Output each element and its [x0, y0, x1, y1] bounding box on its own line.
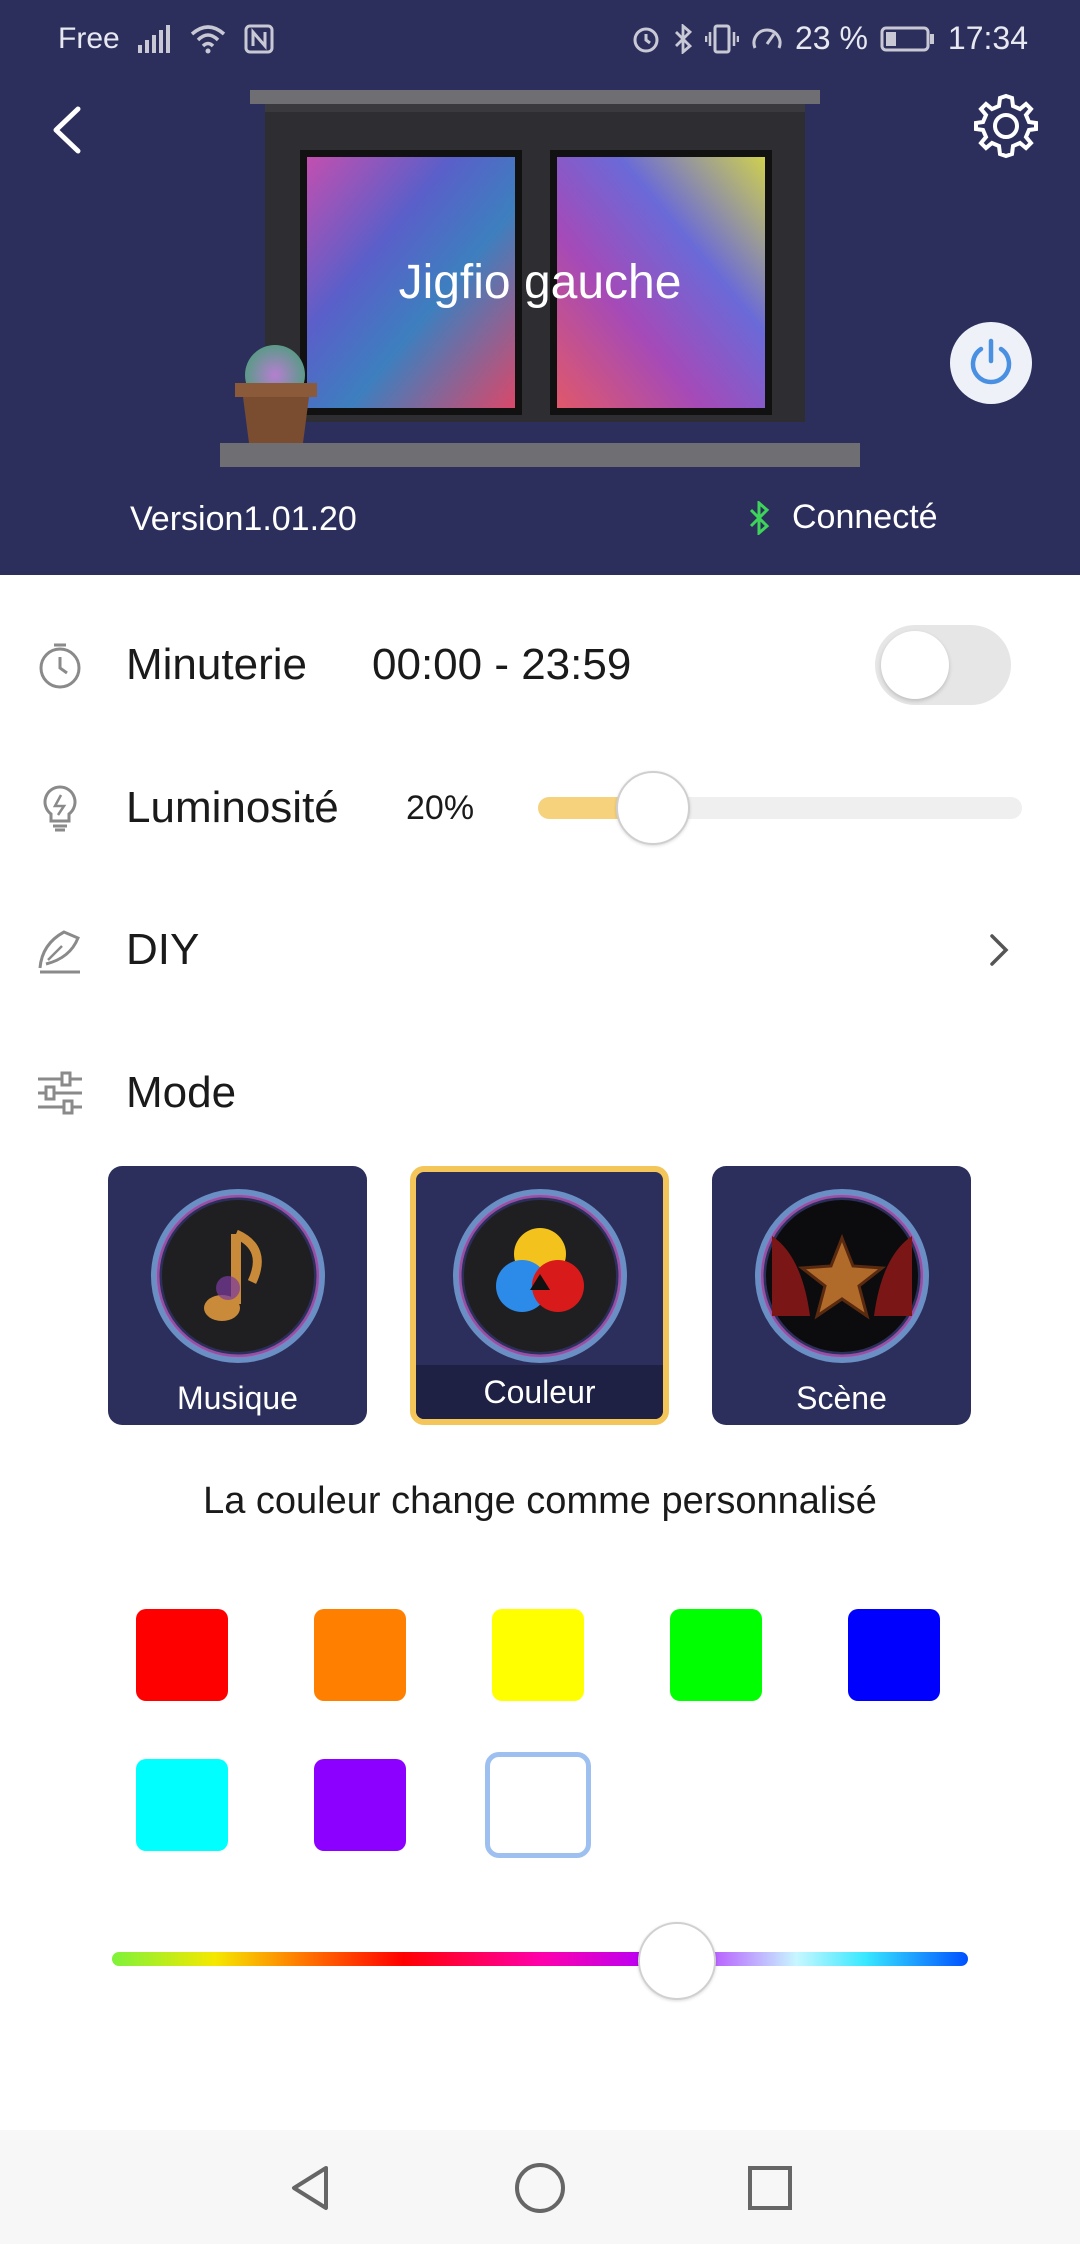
brightness-slider[interactable]	[538, 771, 1022, 845]
color-swatch-blue[interactable]	[848, 1609, 940, 1701]
device-header: Free 23 % 17:34 Jigfio gauche Version1.0…	[0, 0, 1080, 575]
battery-icon	[880, 26, 934, 51]
mode-tiles: Musique Couleur Scène	[108, 1166, 972, 1426]
pen-icon	[38, 930, 80, 974]
brightness-label: Luminosité	[126, 783, 339, 832]
color-swatch-yellow[interactable]	[492, 1609, 584, 1701]
mode-label: Mode	[126, 1068, 237, 1117]
color-swatch-red[interactable]	[136, 1609, 228, 1701]
color-swatch-green[interactable]	[670, 1609, 762, 1701]
color-swatch-cyan[interactable]	[136, 1759, 228, 1851]
alarm-icon	[633, 27, 659, 52]
timer-label: Minuterie	[126, 640, 307, 689]
nav-back-icon[interactable]	[282, 2160, 338, 2216]
bluetooth-icon	[674, 23, 693, 54]
color-swatch-orange[interactable]	[314, 1609, 406, 1701]
lightbulb-icon	[43, 785, 77, 832]
timer-row: Minuterie 00:00 - 23:59	[0, 610, 1080, 720]
connection-status: Connecté	[748, 498, 938, 537]
color-swatch-custom-empty[interactable]	[485, 1752, 591, 1858]
back-button[interactable]	[40, 95, 100, 165]
theater-star-icon	[754, 1189, 929, 1363]
tile-label: Musique	[177, 1380, 298, 1416]
slider-thumb[interactable]	[615, 771, 690, 845]
color-mode-description: La couleur change comme personnalisé	[203, 1480, 877, 1522]
nfc-icon	[244, 24, 274, 54]
firmware-version: Version1.01.20	[130, 500, 357, 538]
sliders-icon	[38, 1071, 82, 1115]
gear-icon	[974, 93, 1038, 159]
power-icon	[970, 338, 1012, 385]
hue-slider[interactable]	[112, 1952, 968, 1966]
signal-icon	[137, 25, 170, 53]
chevron-left-icon	[53, 106, 81, 154]
nav-recents-icon[interactable]	[742, 2160, 798, 2216]
settings-button[interactable]	[970, 90, 1042, 162]
brightness-value: 20%	[406, 788, 475, 827]
mode-tile-music[interactable]: Musique	[108, 1166, 367, 1425]
timer-icon	[39, 643, 81, 689]
rgb-circles-icon	[452, 1189, 627, 1363]
wifi-icon	[190, 25, 225, 54]
brightness-row: Luminosité 20%	[0, 753, 1080, 863]
vibrate-icon	[704, 24, 739, 53]
music-note-icon	[150, 1189, 325, 1363]
tile-label: Scène	[796, 1380, 887, 1416]
power-button[interactable]	[950, 322, 1032, 404]
tile-label: Couleur	[416, 1365, 663, 1419]
color-swatch-purple[interactable]	[314, 1759, 406, 1851]
connection-label: Connecté	[792, 498, 938, 536]
diy-label: DIY	[126, 925, 200, 974]
status-bar: Free 23 % 17:34	[0, 0, 1080, 80]
device-name: Jigfio gauche	[398, 256, 682, 309]
mode-tile-color[interactable]: Couleur	[410, 1166, 669, 1425]
data-saver-icon	[752, 28, 782, 49]
carrier-label: Free	[58, 22, 120, 55]
chevron-right-icon	[990, 934, 1009, 966]
timer-range[interactable]: 00:00 - 23:59	[372, 640, 631, 690]
clock-time: 17:34	[947, 20, 1028, 56]
nav-home-icon[interactable]	[512, 2160, 568, 2216]
diy-row[interactable]: DIY	[0, 895, 1080, 1005]
system-navigation-bar	[0, 2130, 1080, 2244]
hue-slider-thumb[interactable]	[637, 1922, 716, 2000]
bluetooth-icon	[749, 500, 770, 535]
timer-toggle[interactable]	[875, 625, 1011, 705]
battery-percent: 23 %	[794, 20, 868, 56]
mode-tile-scene[interactable]: Scène	[712, 1166, 971, 1425]
toggle-knob	[881, 631, 949, 699]
mode-row: Mode	[0, 1038, 1080, 1148]
